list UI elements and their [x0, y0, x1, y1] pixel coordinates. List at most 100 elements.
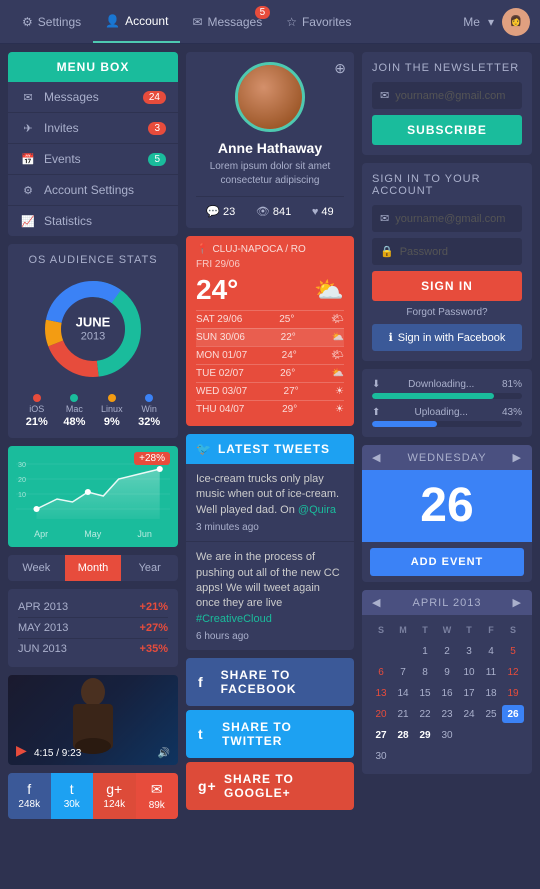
cal-prev-icon[interactable]: ◀	[372, 596, 381, 609]
profile-desc: Lorem ipsum dolor sit amet consectetur a…	[196, 160, 344, 188]
menu-account-settings-label: Account Settings	[44, 183, 166, 197]
cal-0-3: 2	[436, 642, 458, 660]
social-email[interactable]: ✉ 89k	[136, 773, 179, 819]
menu-item-statistics[interactable]: 📈 Statistics	[8, 206, 178, 236]
clock-prev-icon[interactable]: ◀	[372, 451, 381, 464]
linux-label: Linux	[101, 404, 123, 414]
gp-icon: g+	[106, 781, 122, 797]
share-googleplus-btn[interactable]: g+ SHARE TO GOOGLE+	[186, 762, 354, 810]
clock-next-icon[interactable]: ▶	[513, 451, 522, 464]
account-icon: 👤	[105, 14, 120, 28]
filter-week[interactable]: Week	[8, 555, 65, 581]
calendar-icon: 📅	[20, 153, 36, 165]
menu-invites-label: Invites	[44, 121, 148, 135]
cal-4-3: 30	[436, 726, 458, 744]
filter-year[interactable]: Year	[121, 555, 178, 581]
weather-day-2: MON 01/07	[196, 350, 247, 361]
more-options-icon[interactable]: ⊕	[334, 60, 346, 77]
stats-row-apr: APR 2013 +21%	[18, 597, 168, 618]
cal-2-1: 14	[392, 684, 414, 702]
win-label: Win	[141, 404, 157, 414]
signin-email-icon: ✉	[380, 212, 389, 225]
video-thumbnail: ▶ 4:15 / 9:23 🔊	[8, 675, 178, 765]
download-icon: ⬇	[372, 379, 380, 390]
nav-user[interactable]: Me ▾ 👩	[463, 8, 530, 36]
nav-settings[interactable]: ⚙ Settings	[10, 0, 93, 43]
weather-card: 📍 CLUJ-NAPOCA / RO FRI 29/06 24° ⛅ SAT 2…	[186, 236, 354, 426]
signin-button[interactable]: SIGN IN	[372, 271, 522, 301]
weather-icon-2: 🌤	[331, 350, 344, 361]
calendar-card: ◀ APRIL 2013 ▶ S M T W T F S	[362, 590, 532, 774]
forgot-password-link[interactable]: Forgot Password?	[372, 307, 522, 318]
weather-temp-3: 26°	[280, 368, 295, 379]
legend-linux: Linux 9%	[101, 394, 123, 428]
cal-4-6	[502, 726, 524, 744]
ios-label: iOS	[29, 404, 44, 414]
upload-progress-bar-bg	[372, 421, 522, 427]
cal-h-s1: S	[370, 621, 392, 639]
menu-box-header: MENU BOX	[8, 52, 178, 82]
nav-settings-label: Settings	[38, 15, 81, 29]
menu-statistics-label: Statistics	[44, 214, 166, 228]
weather-temp-5: 29°	[282, 404, 297, 415]
nav-messages[interactable]: ✉ Messages 5	[180, 0, 274, 43]
social-fb[interactable]: f 248k	[8, 773, 51, 819]
tweets-title: LATEST TWEETS	[218, 442, 330, 456]
chevron-down-icon: ▾	[488, 15, 494, 29]
newsletter-email-field[interactable]: ✉ yourname@gmail.com	[372, 82, 522, 109]
cal-3-3: 23	[436, 705, 458, 723]
cal-1-0: 6	[370, 663, 392, 681]
menu-item-events[interactable]: 📅 Events 5	[8, 144, 178, 175]
nav-account[interactable]: 👤 Account	[93, 0, 180, 43]
stats-label-jun: JUN 2013	[18, 643, 67, 655]
menu-messages-label: Messages	[44, 90, 143, 104]
invites-icon: ✈	[20, 122, 36, 134]
social-gp[interactable]: g+ 124k	[93, 773, 136, 819]
cal-3-2: 22	[414, 705, 436, 723]
signin-email-field[interactable]: ✉ yourname@gmail.com	[372, 205, 522, 232]
gear-icon: ⚙	[22, 15, 33, 29]
progress-upload: ⬆ Uploading... 43%	[372, 407, 522, 427]
fb-signin-button[interactable]: ℹ Sign in with Facebook	[372, 324, 522, 351]
social-tw[interactable]: t 30k	[51, 773, 94, 819]
download-label: Downloading...	[408, 379, 474, 390]
newsletter-card: JOIN THE NEWSLETTER ✉ yourname@gmail.com…	[362, 52, 532, 155]
menu-item-messages[interactable]: ✉ Messages 24	[8, 82, 178, 113]
nav-favorites[interactable]: ☆ Favorites	[274, 0, 363, 43]
profile-stat-comments: 💬 23	[206, 205, 235, 218]
subscribe-button[interactable]: SUBSCRIBE	[372, 115, 522, 145]
filter-month[interactable]: Month	[65, 555, 122, 581]
add-event-button[interactable]: ADD EVENT	[370, 548, 524, 576]
menu-item-invites[interactable]: ✈ Invites 3	[8, 113, 178, 144]
tweet-0: Ice-cream trucks only play music when ou…	[186, 464, 354, 542]
os-legend: iOS 21% Mac 48% Linux 9% Win 32%	[18, 394, 168, 428]
cal-next-icon[interactable]: ▶	[513, 596, 522, 609]
fb-signin-label: Sign in with Facebook	[398, 332, 506, 344]
avatar: 👩	[502, 8, 530, 36]
fb-icon: f	[27, 781, 31, 797]
stats-value-jun: +35%	[140, 643, 168, 655]
signin-card: SIGN IN TO YOUR ACCOUNT ✉ yourname@gmail…	[362, 163, 532, 361]
signin-password-field[interactable]: 🔒 Password	[372, 238, 522, 265]
menu-item-account-settings[interactable]: ⚙ Account Settings	[8, 175, 178, 206]
tweet-time-1: 6 hours ago	[196, 631, 344, 642]
cal-4-5	[480, 726, 502, 744]
messages-icon: ✉	[192, 15, 202, 29]
cal-1-3: 9	[436, 663, 458, 681]
cal-row-6: 30	[370, 747, 524, 765]
envelope-icon: ✉	[20, 91, 36, 103]
stats-row-may: MAY 2013 +27%	[18, 618, 168, 639]
em-count: 89k	[149, 800, 165, 811]
weather-temp: 24°	[196, 274, 238, 306]
cal-today: 26	[502, 705, 524, 723]
donut-center: JUNE 2013	[76, 315, 111, 344]
cal-2-3: 16	[436, 684, 458, 702]
play-icon[interactable]: ▶	[16, 742, 27, 759]
chart-label-apr: Apr	[34, 529, 48, 539]
share-twitter-btn[interactable]: t SHARE TO TWITTER	[186, 710, 354, 758]
weather-row-5: THU 04/07 29° ☀	[196, 400, 344, 418]
volume-icon[interactable]: 🔊	[158, 748, 170, 759]
newsletter-placeholder: yourname@gmail.com	[395, 90, 505, 102]
share-gp-label: SHARE TO GOOGLE+	[224, 772, 342, 800]
share-facebook-btn[interactable]: f SHARE TO FACEBOOK	[186, 658, 354, 706]
